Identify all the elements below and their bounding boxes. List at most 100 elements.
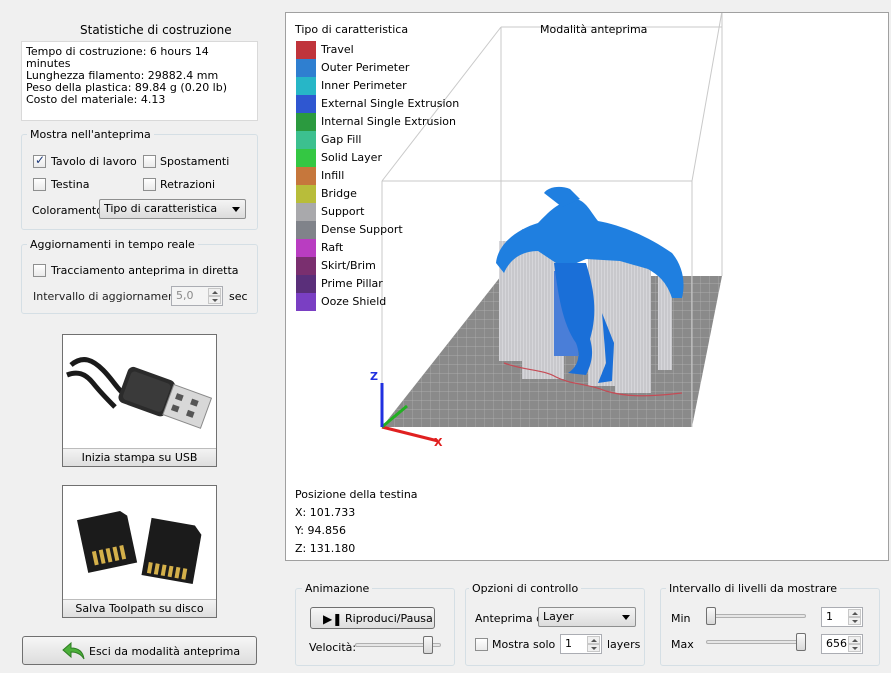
coloring-label: Coloramento — [32, 204, 103, 217]
material-cost: Costo del materiale: 4.13 — [26, 93, 166, 106]
sd-card-icon — [77, 510, 202, 584]
play-pause-button[interactable]: ▶❚ Riproduci/Pausa — [310, 607, 435, 629]
max-layer-spinner[interactable]: 656 — [821, 634, 863, 654]
legend-swatch — [296, 77, 316, 95]
preview-by-dropdown[interactable]: Layer — [538, 607, 636, 627]
realtime-title: Aggiornamenti in tempo reale — [27, 238, 198, 251]
legend-swatch — [296, 167, 316, 185]
legend-swatch — [296, 275, 316, 293]
play-pause-label: Riproduci/Pausa — [345, 612, 433, 625]
update-interval-unit: sec — [229, 290, 248, 303]
max-layer-slider-track[interactable] — [706, 640, 806, 644]
head-position-x: X: 101.733 — [295, 506, 356, 519]
min-layer-slider-thumb[interactable] — [706, 607, 716, 625]
axis-x-label: X — [434, 436, 443, 449]
legend-label: External Single Extrusion — [321, 97, 460, 110]
min-layer-spinner[interactable]: 1 — [821, 607, 863, 627]
head-position-z: Z: 131.180 — [295, 542, 356, 555]
show-only-label[interactable]: Mostra solo — [492, 638, 555, 651]
travel-moves-checkbox[interactable] — [143, 155, 156, 168]
live-tracking-label[interactable]: Tracciamento anteprima in diretta — [51, 264, 239, 277]
spin-down-icon[interactable] — [848, 644, 861, 652]
travel-moves-label[interactable]: Spostamenti — [160, 155, 229, 168]
head-position-title: Posizione della testina — [295, 488, 418, 501]
spin-up-icon[interactable] — [587, 636, 600, 644]
legend-swatch — [296, 149, 316, 167]
chevron-down-icon — [232, 207, 240, 212]
play-pause-icon: ▶❚ — [323, 612, 343, 626]
coloring-dropdown-value: Tipo di caratteristica — [104, 202, 218, 215]
spin-down-icon[interactable] — [848, 617, 861, 625]
bottom-controls: Animazione ▶❚ Riproduci/Pausa Velocità: … — [285, 565, 889, 673]
spin-up-icon[interactable] — [848, 636, 861, 644]
retractions-checkbox[interactable] — [143, 178, 156, 191]
control-options-group — [465, 588, 645, 666]
spin-down-icon[interactable] — [587, 644, 600, 652]
show-only-spinner[interactable]: 1 — [560, 634, 602, 654]
legend-swatch — [296, 41, 316, 59]
legend-label: Outer Perimeter — [321, 61, 410, 74]
preview-mode-title: Modalità anteprima — [540, 23, 648, 36]
update-interval-label: Intervallo di aggiornamento — [33, 290, 186, 303]
legend-swatch — [296, 131, 316, 149]
legend-label: Gap Fill — [321, 133, 362, 146]
retractions-label[interactable]: Retrazioni — [160, 178, 215, 191]
show-only-checkbox[interactable] — [475, 638, 488, 651]
legend-swatch — [296, 113, 316, 131]
live-tracking-checkbox[interactable] — [33, 264, 46, 277]
max-layer-slider-thumb[interactable] — [796, 633, 806, 651]
legend-label: Bridge — [321, 187, 357, 200]
legend-swatch — [296, 257, 316, 275]
back-arrow-icon — [62, 641, 85, 660]
show-only-value: 1 — [565, 637, 572, 650]
preview-by-label: Anteprima di — [475, 612, 547, 625]
legend-swatch — [296, 239, 316, 257]
usb-print-label: Inizia stampa su USB — [63, 448, 216, 466]
legend-swatch — [296, 221, 316, 239]
exit-preview-label: Esci da modalità anteprima — [89, 645, 241, 658]
exit-preview-button[interactable]: Esci da modalità anteprima — [22, 636, 257, 665]
speed-label: Velocità: — [309, 641, 357, 654]
min-layer-slider-track[interactable] — [706, 614, 806, 618]
toolhead-checkbox[interactable] — [33, 178, 46, 191]
spin-up-icon[interactable] — [848, 609, 861, 617]
build-time: Tempo di costruzione: 6 hours 14 minutes — [26, 45, 209, 70]
toolhead-label[interactable]: Testina — [51, 178, 89, 191]
coloring-dropdown[interactable]: Tipo di caratteristica — [99, 199, 246, 219]
usb-print-button[interactable]: Inizia stampa su USB — [62, 334, 217, 467]
legend-swatch — [296, 203, 316, 221]
legend-swatch — [296, 293, 316, 311]
layer-range-title: Intervallo di livelli da mostrare — [666, 582, 841, 595]
legend-swatch — [296, 95, 316, 113]
build-table-label[interactable]: Tavolo di lavoro — [51, 155, 137, 168]
legend-swatch — [296, 59, 316, 77]
layers-label: layers — [607, 638, 641, 651]
update-interval-value: 5,0 — [176, 289, 194, 302]
legend-label: Dense Support — [321, 223, 403, 236]
speed-slider-thumb[interactable] — [423, 636, 434, 654]
min-layer-value: 1 — [826, 610, 833, 623]
legend-label: Prime Pillar — [321, 277, 383, 290]
control-options-title: Opzioni di controllo — [469, 582, 582, 595]
save-toolpath-label: Salva Toolpath su disco — [63, 599, 216, 617]
legend-swatch — [296, 185, 316, 203]
legend-label: Support — [321, 205, 365, 218]
save-toolpath-button[interactable]: Salva Toolpath su disco — [62, 485, 217, 618]
max-layer-label: Max — [671, 638, 694, 651]
build-table-checkbox[interactable] — [33, 153, 46, 168]
head-position-y: Y: 94.856 — [295, 524, 346, 537]
feature-type-legend: Travel Outer Perimeter Inner Perimeter Exte… — [286, 41, 486, 321]
axis-z-label: Z — [370, 370, 378, 383]
legend-label: Inner Perimeter — [321, 79, 407, 92]
legend-label: Raft — [321, 241, 344, 254]
legend-label: Infill — [321, 169, 345, 182]
preview-viewport[interactable]: Z X Tipo di caratteristica Modalità ante… — [285, 12, 889, 561]
legend-label: Skirt/Brim — [321, 259, 376, 272]
build-stats-box: Tempo di costruzione: 6 hours 14 minutes… — [21, 41, 258, 121]
spin-down-icon[interactable] — [208, 296, 221, 304]
legend-label: Ooze Shield — [321, 295, 387, 308]
min-layer-label: Min — [671, 612, 691, 625]
chevron-down-icon — [622, 615, 630, 620]
spin-up-icon[interactable] — [208, 288, 221, 296]
update-interval-spinner[interactable]: 5,0 — [171, 286, 223, 306]
